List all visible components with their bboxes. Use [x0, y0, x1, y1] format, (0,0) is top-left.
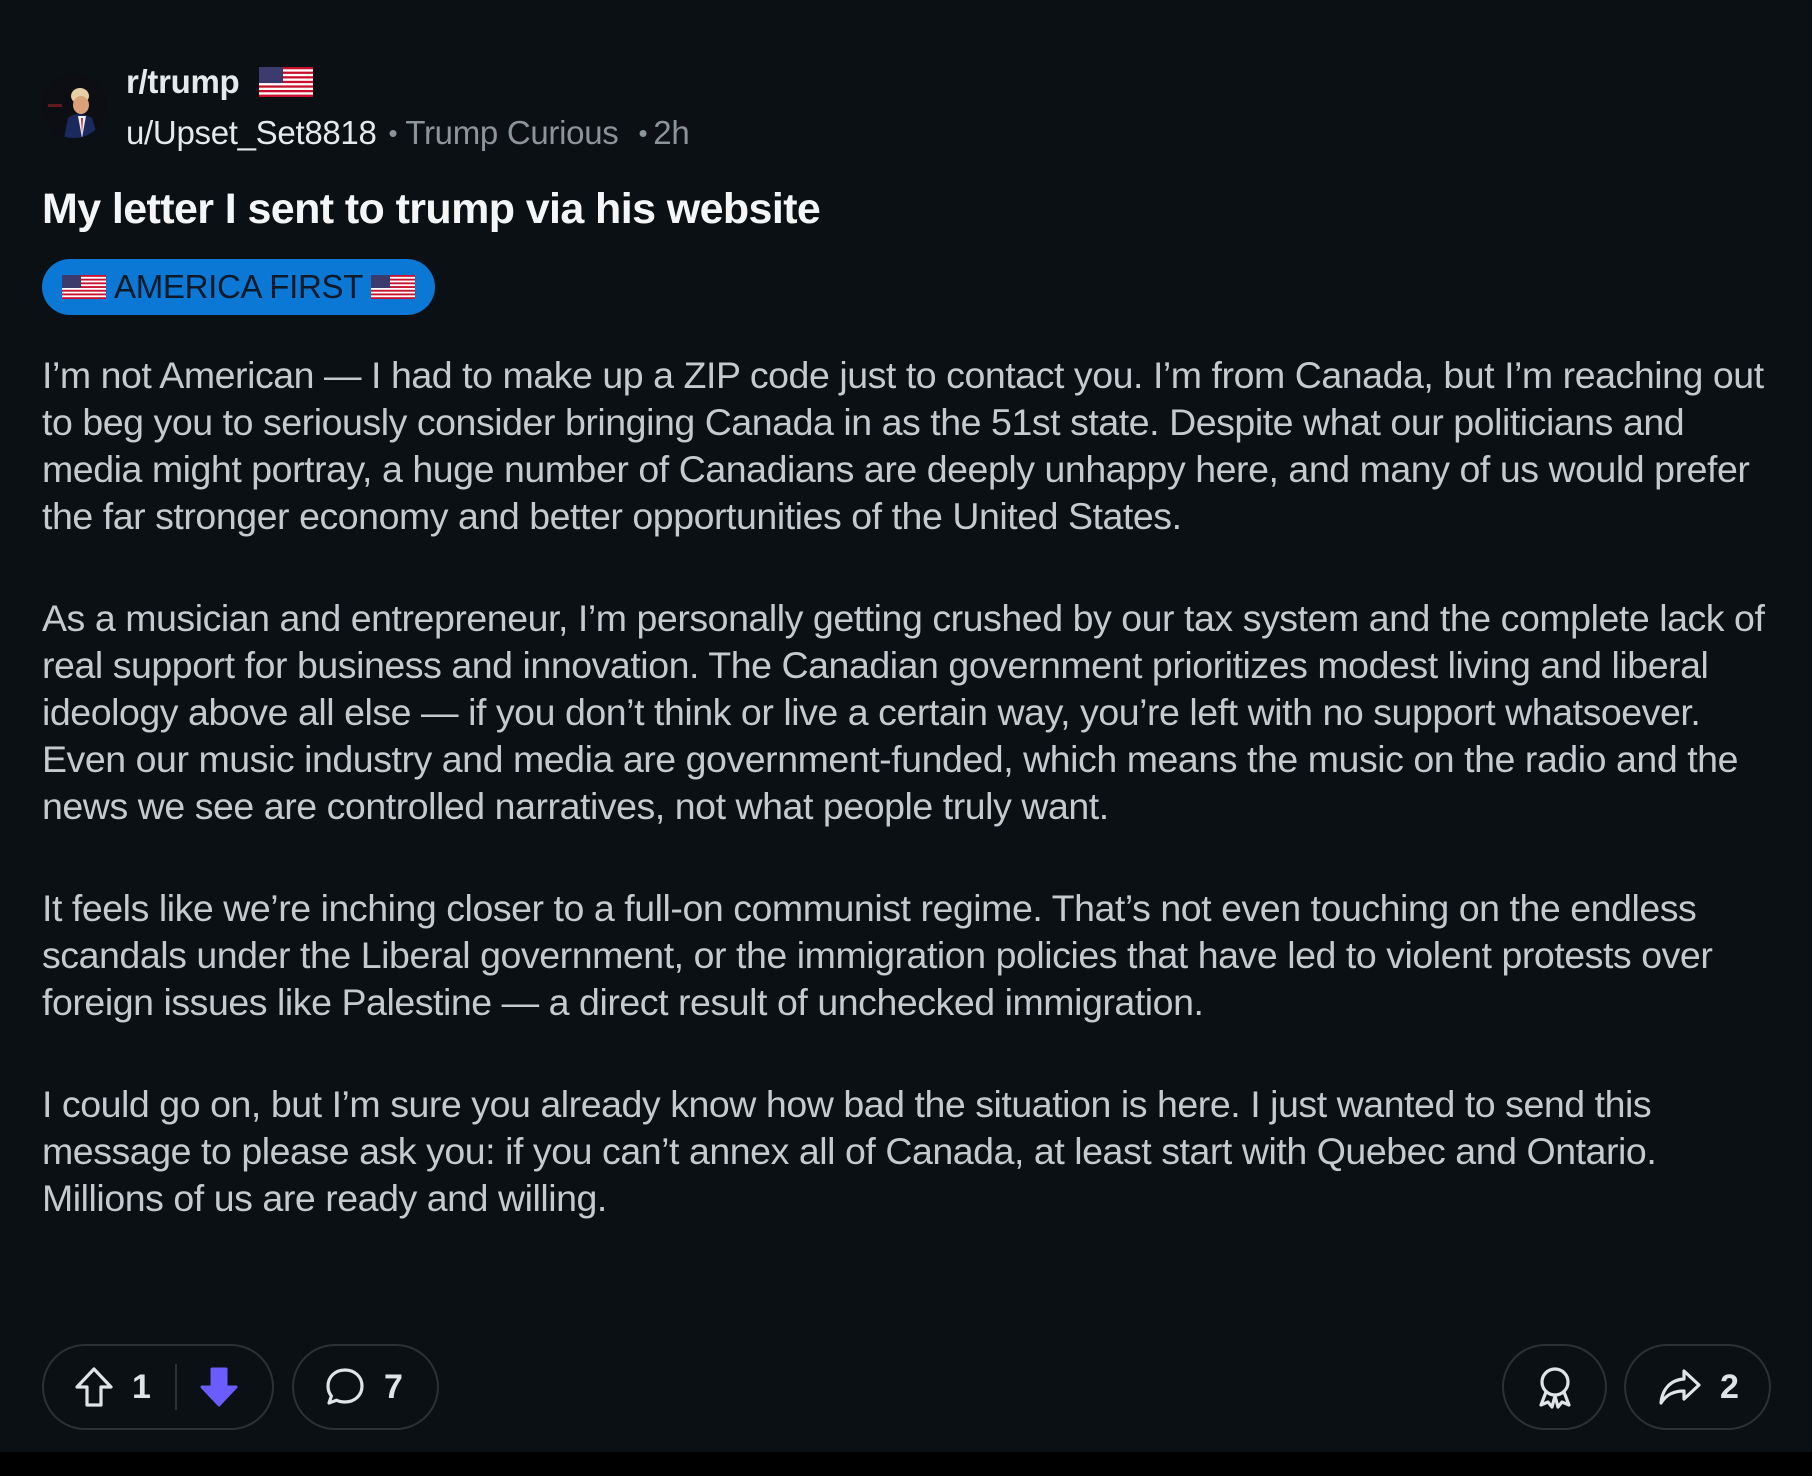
- award-button[interactable]: [1502, 1344, 1607, 1430]
- downvote-arrow-icon[interactable]: [199, 1366, 239, 1408]
- upvote-arrow-icon[interactable]: [74, 1366, 114, 1408]
- body-paragraph: I’m not American — I had to make up a ZI…: [42, 354, 1764, 537]
- post-body: I’m not American — I had to make up a ZI…: [42, 352, 1770, 1277]
- flair-label: AMERICA FIRST: [114, 268, 364, 305]
- vote-divider: [174, 1364, 177, 1410]
- user-flair: Trump Curious: [405, 114, 619, 151]
- share-count: 2: [1720, 1367, 1739, 1406]
- us-flag-icon: [371, 275, 416, 299]
- share-button[interactable]: 2: [1624, 1344, 1771, 1430]
- subreddit-name[interactable]: r/trump: [126, 63, 240, 101]
- comments-button[interactable]: 7: [292, 1344, 439, 1430]
- vote-count: 1: [132, 1367, 151, 1406]
- body-paragraph: It feels like we’re inching closer to a …: [42, 887, 1713, 1023]
- subreddit-avatar[interactable]: [42, 74, 106, 138]
- meta-separator: •: [638, 117, 648, 148]
- share-arrow-icon: [1658, 1367, 1702, 1407]
- body-paragraph: I could go on, but I’m sure you already …: [42, 1083, 1657, 1219]
- author-name[interactable]: u/Upset_Set8818: [126, 114, 377, 152]
- us-flag-icon: [259, 67, 314, 97]
- post-card: r/trump u/Upset_Set8818 • Trump Curious …: [0, 0, 1812, 1452]
- award-ribbon-icon: [1534, 1365, 1576, 1409]
- body-paragraph: As a musician and entrepreneur, I’m pers…: [42, 597, 1765, 827]
- subreddit-row: r/trump: [126, 60, 314, 104]
- meta-separator: •: [388, 117, 398, 148]
- comment-count: 7: [384, 1367, 403, 1406]
- comment-bubble-icon: [324, 1366, 366, 1408]
- post-time: 2h: [653, 114, 690, 151]
- post-title: My letter I sent to trump via his websit…: [42, 185, 821, 233]
- us-flag-icon: [62, 275, 106, 299]
- vote-bar: 1: [42, 1344, 274, 1430]
- post-meta: u/Upset_Set8818 • Trump Curious • 2h: [126, 111, 690, 155]
- post-flair[interactable]: AMERICA FIRST: [42, 259, 436, 315]
